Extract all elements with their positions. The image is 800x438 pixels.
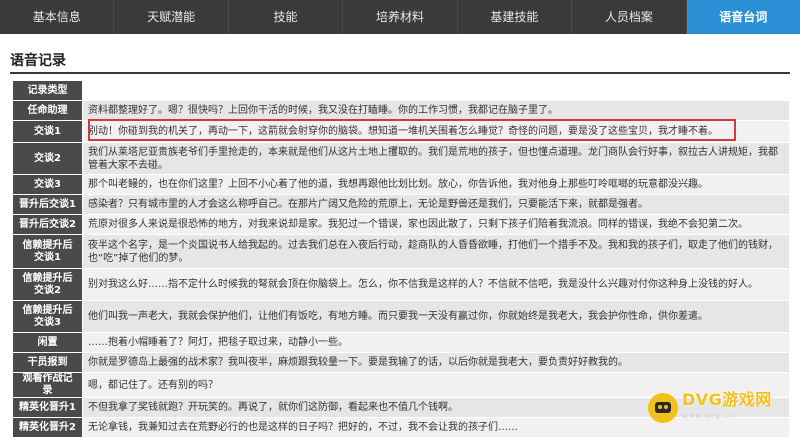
watermark-text: DVG游戏网 www.dvg.cn bbox=[682, 392, 772, 424]
row-type: 晋升后交谈2 bbox=[12, 214, 83, 235]
row-type: 观看作战记录 bbox=[12, 372, 83, 398]
table-row: 晋升后交谈2 荒原对很多人来说是很恐怖的地方，对我来说却是家。我犯过一个错误，家… bbox=[12, 214, 790, 235]
row-text: 你就是罗德岛上最强的战术家？我叫夜半，麻烦跟我较量一下。要是我输了的话，以后你就… bbox=[82, 352, 790, 373]
row-text: 夜半这个名字，是一个炎国说书人给我起的。过去我们总在入夜后行动，趁商队的人昏昏欲… bbox=[82, 234, 790, 269]
table-row: 信赖提升后交谈1 夜半这个名字，是一个炎国说书人给我起的。过去我们总在入夜后行动… bbox=[12, 234, 790, 269]
table-row: 任命助理 资料都整理好了。嗯？很快吗？上回你干活的时候，我又没在打瞌睡。你的工作… bbox=[12, 100, 790, 121]
row-text: 资料都整理好了。嗯？很快吗？上回你干活的时候，我又没在打瞌睡。你的工作习惯，我都… bbox=[82, 100, 790, 121]
table-row: 交谈2 我们从莱塔尼亚贵族老爷们手里抢走的，本来就是他们从这片土地上攫取的。我们… bbox=[12, 142, 790, 175]
table-row: 交谈3 那个叫老鳗的，也在你们这里？上回不小心着了他的道，我想再跟他比划比划。放… bbox=[12, 174, 790, 195]
table-row: 晋升后交谈1 感染者？只有城市里的人才会这么称呼自己。在那片广阔又危险的荒原上，… bbox=[12, 194, 790, 215]
row-type: 交谈3 bbox=[12, 174, 83, 195]
header-blank bbox=[82, 80, 790, 101]
row-text: 我们从莱塔尼亚贵族老爷们手里抢走的，本来就是他们从这片土地上攫取的。我们是荒地的… bbox=[82, 142, 790, 175]
site-watermark: DVG游戏网 www.dvg.cn bbox=[648, 391, 792, 425]
tab-profile[interactable]: 人员档案 bbox=[572, 0, 687, 34]
row-type: 交谈2 bbox=[12, 142, 83, 175]
row-type: 信赖提升后交谈3 bbox=[12, 300, 83, 333]
watermark-sub: www.dvg.cn bbox=[682, 412, 735, 420]
row-type: 信赖提升后交谈2 bbox=[12, 268, 83, 301]
tab-voice-lines[interactable]: 语音台词 bbox=[686, 0, 800, 34]
row-text: 感染者？只有城市里的人才会这么称呼自己。在那片广阔又危险的荒原上，无论是野兽还是… bbox=[82, 194, 790, 215]
row-text: 荒原对很多人来说是很恐怖的地方，对我来说却是家。我犯过一个错误，家也因此散了，只… bbox=[82, 214, 790, 235]
row-type: 信赖提升后交谈1 bbox=[12, 234, 83, 269]
row-text: 别对我这么好……指不定什么时候我的弩就会顶在你脑袋上。怎么，你不信我是这样的人？… bbox=[82, 268, 790, 301]
table-row: 交谈1 别动！你碰到我的机关了，再动一下，这箭就会射穿你的脑袋。想知道一堆机关围… bbox=[12, 120, 790, 143]
tab-materials[interactable]: 培养材料 bbox=[343, 0, 458, 34]
table-row: 信赖提升后交谈3 他们叫我一声老大，我就会保护他们，让他们有饭吃，有地方睡。而只… bbox=[12, 300, 790, 333]
table-row: 闲置 ……抱着小帽睡着了？阿灯，把毯子取过来，动静小一些。 bbox=[12, 332, 790, 353]
row-text: 别动！你碰到我的机关了，再动一下，这箭就会射穿你的脑袋。想知道一堆机关围着怎么睡… bbox=[82, 120, 790, 143]
tab-skills[interactable]: 技能 bbox=[229, 0, 344, 34]
row-type: 任命助理 bbox=[12, 100, 83, 121]
row-type: 干员报到 bbox=[12, 352, 83, 373]
tab-base-skills[interactable]: 基建技能 bbox=[458, 0, 573, 34]
row-type: 闲置 bbox=[12, 332, 83, 353]
table-header-row: 记录类型 bbox=[12, 80, 790, 101]
tab-talents[interactable]: 天赋潜能 bbox=[114, 0, 229, 34]
table-row: 干员报到 你就是罗德岛上最强的战术家？我叫夜半，麻烦跟我较量一下。要是我输了的话… bbox=[12, 352, 790, 373]
header-record-type: 记录类型 bbox=[12, 80, 83, 101]
section-title: 语音记录 bbox=[10, 53, 66, 69]
row-text: ……抱着小帽睡着了？阿灯，把毯子取过来，动静小一些。 bbox=[82, 332, 790, 353]
section-divider bbox=[10, 72, 790, 74]
row-type: 精英化晋升1 bbox=[12, 397, 83, 418]
row-text: 他们叫我一声老大，我就会保护他们，让他们有饭吃，有地方睡。而只要我一天没有赢过你… bbox=[82, 300, 790, 333]
row-text: 那个叫老鳗的，也在你们这里？上回不小心着了他的道，我想再跟他比划比划。放心，你告… bbox=[82, 174, 790, 195]
row-type: 晋升后交谈1 bbox=[12, 194, 83, 215]
table-row: 信赖提升后交谈2 别对我这么好……指不定什么时候我的弩就会顶在你脑袋上。怎么，你… bbox=[12, 268, 790, 301]
row-type: 交谈1 bbox=[12, 120, 83, 143]
gamepad-icon bbox=[648, 393, 678, 423]
watermark-main: DVG游戏网 bbox=[682, 390, 772, 409]
tab-basic-info[interactable]: 基本信息 bbox=[0, 0, 115, 34]
tab-bar: 基本信息 天赋潜能 技能 培养材料 基建技能 人员档案 语音台词 bbox=[0, 0, 800, 34]
row-type: 精英化晋升2 bbox=[12, 417, 83, 438]
voice-table: 记录类型 任命助理 资料都整理好了。嗯？很快吗？上回你干活的时候，我又没在打瞌睡… bbox=[12, 80, 790, 438]
